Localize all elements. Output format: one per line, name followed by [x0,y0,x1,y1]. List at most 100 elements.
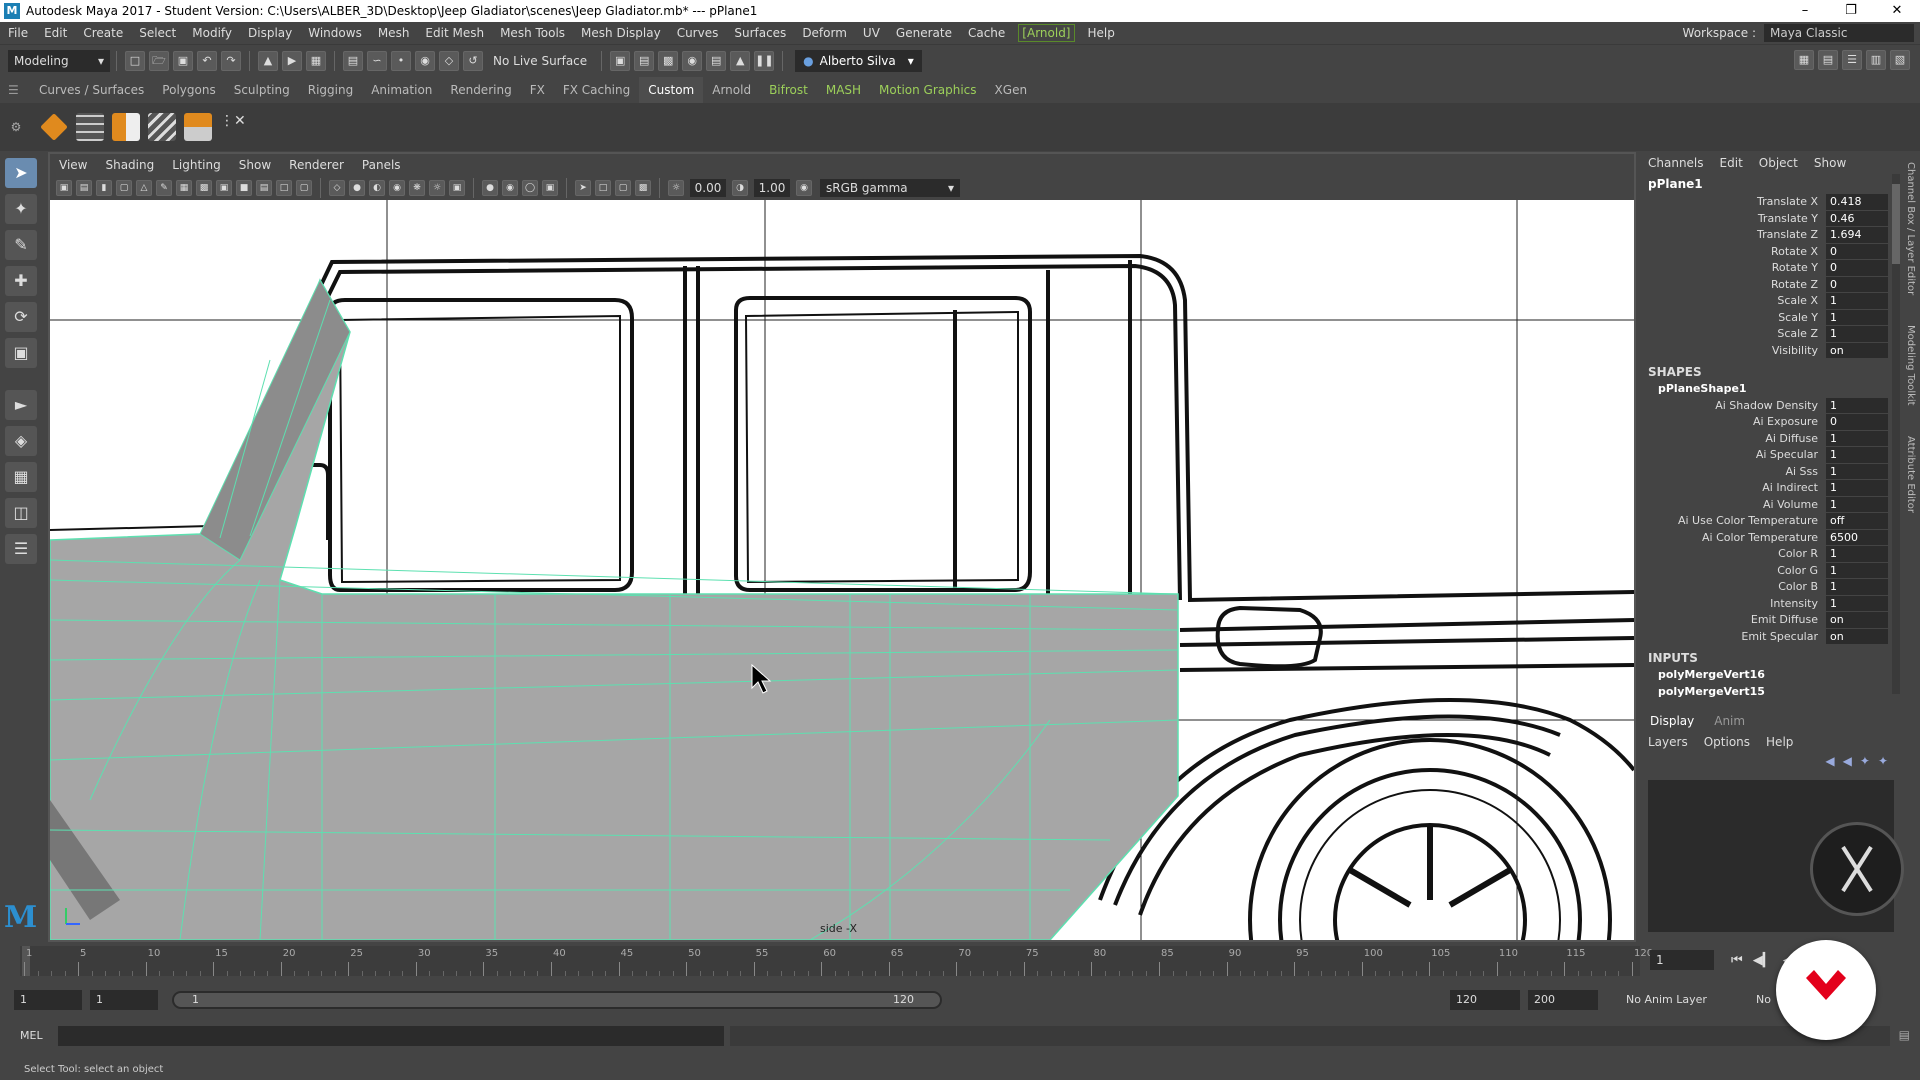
cb-menu-show[interactable]: Show [1806,156,1854,170]
use-all-lights-icon[interactable]: ❋ [409,180,425,196]
polygon-mesh-pplane1[interactable] [50,278,1179,940]
shelf-tab-sculpting[interactable]: Sculpting [225,77,299,103]
attr-value[interactable]: 1 [1826,562,1888,579]
attr-row[interactable]: Color B 1 [1640,579,1902,596]
layer-editor-toggle-icon[interactable]: ▧ [1890,50,1910,70]
resolution-gate-icon[interactable]: ▣ [216,180,232,196]
bookmark-icon[interactable]: ▮ [96,180,112,196]
attr-value[interactable]: 0.418 [1826,194,1888,211]
new-layer-selected-icon[interactable]: ✦ [1878,754,1888,768]
snap-view-icon[interactable]: ◉ [415,50,435,71]
attr-row[interactable]: Translate Z 1.694 [1640,227,1902,244]
attr-row[interactable]: Translate Y 0.46 [1640,210,1902,227]
tab-anim[interactable]: Anim [1704,714,1755,728]
render-icon[interactable]: ▣ [610,50,631,71]
grid-toggle-icon[interactable]: ▦ [176,180,192,196]
attr-row[interactable]: Ai Shadow Density 1 [1640,397,1902,414]
film-gate-icon[interactable]: ▩ [196,180,212,196]
attr-value[interactable]: 0 [1826,276,1888,293]
tab-attribute-editor[interactable]: Attribute Editor [1905,436,1916,513]
viewport-menu-show[interactable]: Show [230,158,280,172]
colorspace-dropdown[interactable]: sRGB gamma ▾ [820,179,960,197]
playback-end-field[interactable]: 120 [1450,990,1520,1010]
attribute-editor-toggle-icon[interactable]: ▤ [1818,50,1838,70]
snap-grid-icon[interactable]: ▤ [343,50,363,71]
attr-value[interactable]: 0 [1826,243,1888,260]
attr-row[interactable]: Visibility on [1640,342,1902,359]
isolate-select-icon[interactable]: ▣ [449,180,465,196]
selected-object-name[interactable]: pPlane1 [1640,174,1902,194]
layer-menu-options[interactable]: Options [1696,735,1758,749]
attr-value[interactable]: 1 [1826,463,1888,480]
shelf-tab-polygons[interactable]: Polygons [153,77,224,103]
camera-attributes-icon[interactable]: ▤ [76,180,92,196]
attr-value[interactable]: 1 [1826,496,1888,513]
shelf-tool-grid-icon[interactable] [76,113,104,141]
attr-row[interactable]: Ai Volume 1 [1640,496,1902,513]
wireframe-on-shaded-icon[interactable]: ◐ [369,180,385,196]
time-ruler[interactable]: 1 5 10 15 20 25 30 35 40 45 50 55 60 65 70 75 80 85 90 95 10… [20,946,1653,976]
attr-value[interactable]: 1 [1826,397,1888,414]
render-view-icon[interactable]: ▤ [706,50,727,71]
layer-menu-layers[interactable]: Layers [1640,735,1696,749]
restore-icon[interactable]: ❐ [1828,0,1874,22]
shelf-tool-diamond-icon[interactable] [40,113,68,141]
viewport-menu-view[interactable]: View [50,158,96,172]
anim-layer-dropdown[interactable]: No Anim Layer [1620,990,1740,1010]
snap-surface-icon[interactable]: ◇ [439,50,459,71]
shelf-tab-motion-graphics[interactable]: Motion Graphics [870,77,986,103]
lasso-tool-icon[interactable]: ✦ [5,194,37,224]
shelf-tab-fx-caching[interactable]: FX Caching [554,77,639,103]
attr-value[interactable]: 0 [1826,414,1888,431]
textured-icon[interactable]: ◉ [389,180,405,196]
tab-display[interactable]: Display [1640,714,1704,728]
shadows-icon[interactable]: ☼ [429,180,445,196]
menu-surfaces[interactable]: Surfaces [726,22,794,44]
undo-icon[interactable]: ↶ [197,50,217,71]
shelf-tool-layers-icon[interactable] [148,113,176,141]
channel-box-scrollbar[interactable] [1892,174,1900,694]
menu-windows[interactable]: Windows [300,22,370,44]
snap-point-icon[interactable]: • [391,50,411,71]
attr-value[interactable]: 1 [1826,480,1888,497]
cb-menu-object[interactable]: Object [1751,156,1806,170]
attr-value[interactable]: 1 [1826,293,1888,310]
image-plane-icon[interactable]: ▢ [116,180,132,196]
attr-row[interactable]: Ai Diffuse 1 [1640,430,1902,447]
move-layer-down-icon[interactable]: ◀ [1843,754,1852,768]
playback-start-field[interactable]: 1 [90,990,158,1010]
menu-select[interactable]: Select [131,22,184,44]
two-d-pan-icon[interactable]: △ [136,180,152,196]
camera-select-icon[interactable]: ▣ [56,180,72,196]
scrollbar-thumb[interactable] [1892,184,1900,264]
tab-channel-box-layer-editor[interactable]: Channel Box / Layer Editor [1905,162,1916,295]
shelf-tab-rendering[interactable]: Rendering [441,77,520,103]
four-view-layout-icon[interactable]: ▦ [5,462,37,492]
shelf-tab-xgen[interactable]: XGen [986,77,1037,103]
select-tool-icon[interactable]: ➤ [5,158,37,188]
smooth-shade-icon[interactable]: ● [349,180,365,196]
select-object-icon[interactable]: ▶ [282,50,302,71]
menu-uv[interactable]: UV [855,22,888,44]
viewport-menu-panels[interactable]: Panels [353,158,410,172]
input-node[interactable]: polyMergeVert15 [1640,684,1902,701]
color-management-icon[interactable]: ◉ [796,180,812,196]
modeling-toolkit-toggle-icon[interactable]: ▦ [1794,50,1814,70]
layer-menu-help[interactable]: Help [1758,735,1801,749]
attr-row[interactable]: Ai Color Temperature 6500 [1640,529,1902,546]
shelf-tab-curves-surfaces[interactable]: Curves / Surfaces [30,77,153,103]
gamma-icon[interactable]: ◑ [732,180,748,196]
attr-row[interactable]: Rotate X 0 [1640,243,1902,260]
menu-arnold[interactable]: [Arnold] [1018,24,1075,42]
shelf-tool-extrude-icon[interactable] [112,113,140,141]
attr-row[interactable]: Ai Exposure 0 [1640,414,1902,431]
menuset-dropdown[interactable]: Modeling ▾ [8,49,110,72]
viewport-menu-shading[interactable]: Shading [96,158,163,172]
attr-row[interactable]: Color G 1 [1640,562,1902,579]
attr-value[interactable]: on [1826,628,1888,645]
shelf-menu-icon[interactable]: ☰ [0,77,30,103]
command-input[interactable] [58,1026,724,1046]
attr-row[interactable]: Ai Use Color Temperature off [1640,513,1902,530]
viewport-menu-lighting[interactable]: Lighting [163,158,230,172]
cb-menu-edit[interactable]: Edit [1712,156,1751,170]
